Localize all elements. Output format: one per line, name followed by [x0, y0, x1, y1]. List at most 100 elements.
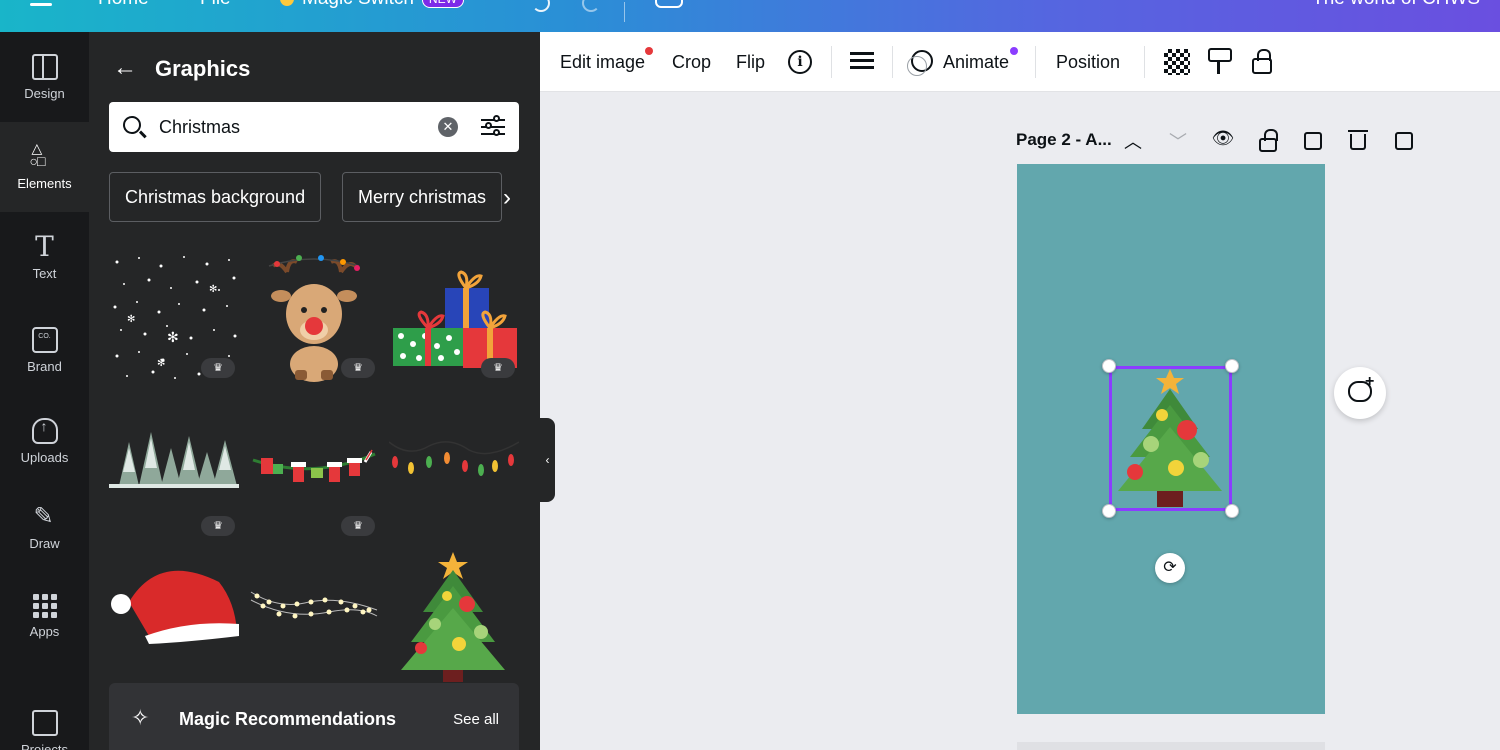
graphic-string-lights[interactable] — [389, 412, 519, 542]
rail-item-apps[interactable]: Apps — [0, 572, 89, 662]
grid-icon — [33, 594, 57, 618]
resize-handle-top-left[interactable] — [1102, 359, 1116, 373]
magic-recommendations-bar: ✧ Magic Recommendations See all — [109, 683, 519, 750]
hide-page-icon[interactable]: 👁 — [1211, 128, 1235, 149]
rail-item-elements[interactable]: Elements — [0, 122, 89, 212]
resize-handle-bottom-left[interactable] — [1102, 504, 1116, 518]
rail-label: Uploads — [0, 450, 89, 465]
panel-title: Graphics — [155, 56, 250, 82]
paint-roller-icon[interactable] — [1208, 48, 1230, 76]
file-menu[interactable]: File — [200, 0, 231, 10]
next-page-edge — [1017, 742, 1325, 750]
rail-item-uploads[interactable]: Uploads — [0, 392, 89, 482]
left-rail: Design Elements T Text CO. Brand Uploads… — [0, 32, 89, 750]
crop-button[interactable]: Crop — [672, 52, 711, 73]
chip-merry-christmas[interactable]: Merry christmas — [342, 172, 502, 222]
divider — [624, 2, 625, 22]
notification-dot — [1010, 47, 1018, 55]
rail-item-draw[interactable]: Draw — [0, 482, 89, 572]
snowy-trees-graphic — [109, 412, 239, 502]
border-style-icon[interactable] — [850, 52, 874, 73]
new-badge: NEW — [422, 0, 464, 8]
trash-icon[interactable] — [1350, 134, 1366, 150]
flip-button[interactable]: Flip — [736, 52, 765, 73]
graphic-fairy-lights[interactable] — [249, 552, 379, 682]
rail-item-projects[interactable]: Projects — [0, 682, 89, 750]
search-input[interactable] — [159, 102, 419, 152]
rail-label: Design — [0, 86, 89, 101]
info-icon[interactable]: i — [788, 50, 812, 74]
rail-item-design[interactable]: Design — [0, 32, 89, 122]
crown-icon — [280, 0, 294, 6]
rail-item-text[interactable]: T Text — [0, 212, 89, 302]
svg-text:✻: ✻ — [209, 284, 217, 295]
collapse-panel-handle[interactable]: ‹ — [540, 418, 555, 502]
duplicate-page-icon[interactable] — [1304, 132, 1322, 150]
chevron-right-icon[interactable]: › — [503, 184, 511, 212]
fairy-lights-graphic — [249, 552, 379, 652]
premium-crown-icon: ♛ — [201, 358, 235, 378]
clear-icon[interactable]: ✕ — [438, 117, 458, 137]
chip-christmas-background[interactable]: Christmas background — [109, 172, 321, 222]
folder-icon — [32, 710, 58, 736]
magic-switch-button[interactable]: Magic Switch NEW — [280, 0, 464, 10]
resize-handle-bottom-right[interactable] — [1225, 504, 1239, 518]
graphic-christmas-tree[interactable] — [389, 552, 519, 682]
project-title[interactable]: The world of CHWS — [1312, 0, 1480, 10]
undo-icon[interactable] — [532, 0, 550, 12]
rotate-icon[interactable]: ⟳ — [1155, 553, 1185, 583]
divider — [892, 46, 893, 78]
rail-label: Text — [0, 266, 89, 281]
divider — [1035, 46, 1036, 78]
add-comment-icon[interactable] — [1334, 367, 1386, 419]
transparency-icon[interactable] — [1164, 49, 1190, 75]
graphic-snowflakes[interactable]: ✻ ✻ ✻ ✻ ♛ — [109, 252, 239, 382]
svg-text:✻: ✻ — [167, 330, 179, 346]
edit-image-button[interactable]: Edit image — [560, 52, 645, 73]
graphic-santa-hat[interactable] — [109, 552, 239, 682]
cloud-save-icon[interactable] — [655, 0, 683, 8]
rail-item-brand[interactable]: CO. Brand — [0, 302, 89, 392]
notification-dot — [645, 47, 653, 55]
rail-label: Draw — [0, 536, 89, 551]
premium-crown-icon: ♛ — [341, 516, 375, 536]
resize-handle-top-right[interactable] — [1225, 359, 1239, 373]
brand-icon: CO. — [32, 327, 58, 353]
stocking-garland-graphic — [249, 412, 379, 502]
page-title[interactable]: Page 2 - A... — [1016, 130, 1112, 150]
text-icon: T — [32, 234, 58, 260]
home-link[interactable]: Home — [98, 0, 149, 10]
premium-crown-icon: ♛ — [341, 358, 375, 378]
top-bar: Home File Magic Switch NEW The world of … — [0, 0, 1500, 32]
selection-box — [1109, 366, 1232, 511]
sparkles-icon: ✧ — [131, 705, 149, 731]
magic-switch-label: Magic Switch — [302, 0, 414, 10]
redo-icon[interactable] — [582, 0, 600, 12]
premium-crown-icon: ♛ — [201, 516, 235, 536]
string-lights-graphic — [389, 412, 519, 502]
premium-crown-icon: ♛ — [481, 358, 515, 378]
cloud-upload-icon — [32, 418, 58, 444]
pen-icon — [32, 504, 58, 530]
chevron-down-icon[interactable]: ﹀ — [1166, 128, 1190, 154]
santa-hat-graphic — [109, 552, 239, 652]
filter-icon[interactable] — [481, 115, 505, 139]
back-arrow-icon[interactable]: ← — [113, 54, 137, 82]
lock-icon[interactable] — [1252, 58, 1272, 74]
animate-button[interactable]: Animate — [943, 52, 1009, 73]
graphic-gift-boxes[interactable]: ♛ — [389, 252, 519, 382]
lock-page-icon[interactable] — [1259, 138, 1277, 152]
menu-icon[interactable] — [30, 0, 52, 10]
rail-label: Brand — [0, 359, 89, 374]
search-box: ✕ — [109, 102, 519, 152]
graphic-stocking-garland[interactable]: ♛ — [249, 412, 379, 542]
chevron-up-icon[interactable]: ︿ — [1121, 128, 1145, 154]
rail-label: Elements — [0, 176, 89, 191]
add-page-icon[interactable] — [1395, 132, 1413, 150]
search-icon — [123, 116, 141, 134]
graphic-reindeer[interactable]: ♛ — [249, 252, 379, 382]
see-all-link[interactable]: See all — [453, 711, 499, 728]
graphic-snowy-trees[interactable]: ♛ — [109, 412, 239, 542]
divider — [831, 46, 832, 78]
position-button[interactable]: Position — [1056, 52, 1120, 73]
